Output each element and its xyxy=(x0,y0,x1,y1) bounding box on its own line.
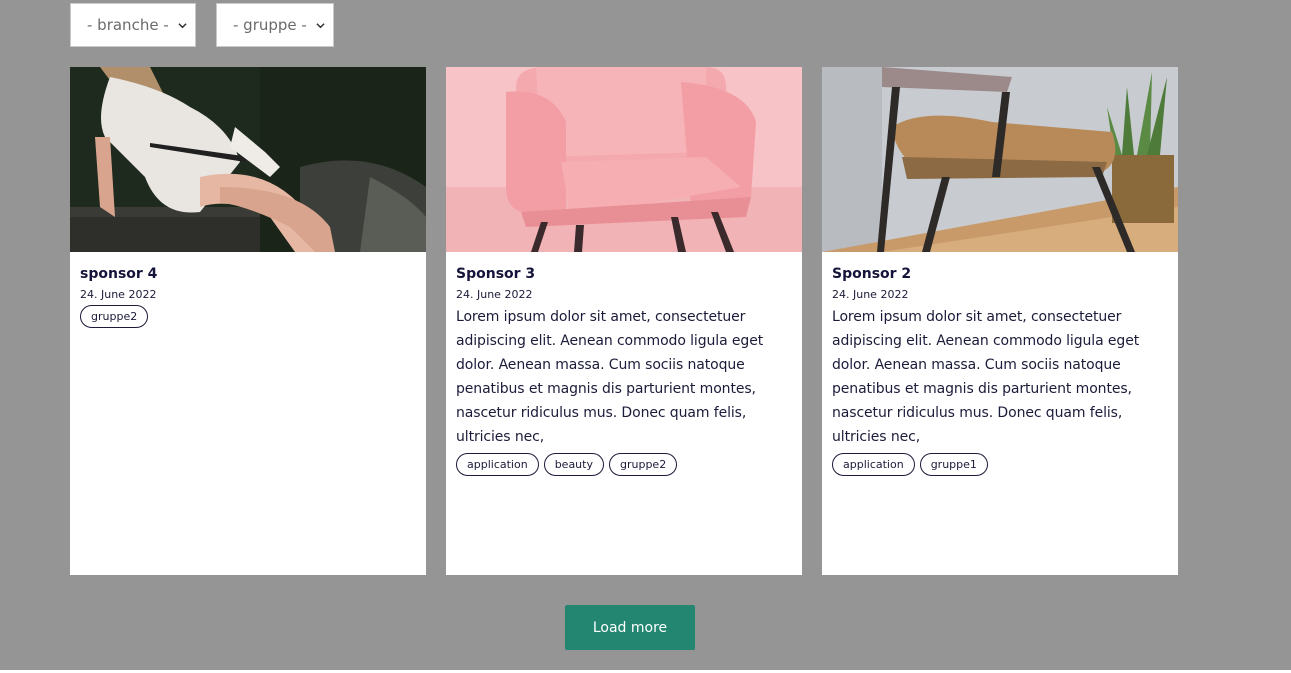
card-body: sponsor 4 24. June 2022 gruppe2 xyxy=(70,252,426,328)
card-excerpt: Lorem ipsum dolor sit amet, consectetuer… xyxy=(832,309,1140,445)
chevron-down-icon xyxy=(178,22,187,28)
tag[interactable]: beauty xyxy=(543,453,604,476)
card-title[interactable]: Sponsor 3 xyxy=(456,266,792,282)
card-body: Sponsor 3 24. June 2022 Lorem ipsum dolo… xyxy=(446,252,802,476)
card-date: 24. June 2022 xyxy=(456,288,533,301)
tag[interactable]: application xyxy=(456,453,539,476)
card-excerpt: Lorem ipsum dolor sit amet, consectetuer… xyxy=(456,309,764,445)
sponsor-card[interactable]: Sponsor 2 24. June 2022 Lorem ipsum dolo… xyxy=(822,67,1178,575)
card-image xyxy=(822,67,1178,252)
tag[interactable]: gruppe2 xyxy=(608,453,678,476)
tag-list: application gruppe1 xyxy=(832,453,1168,476)
tag[interactable]: gruppe2 xyxy=(80,305,149,328)
tag-list: gruppe2 xyxy=(80,305,416,328)
card-body: Sponsor 2 24. June 2022 Lorem ipsum dolo… xyxy=(822,252,1178,476)
gruppe-select-value: - gruppe - xyxy=(233,16,307,34)
card-image xyxy=(70,67,426,252)
chevron-down-icon xyxy=(316,22,325,28)
sponsor-card[interactable]: Sponsor 3 24. June 2022 Lorem ipsum dolo… xyxy=(446,67,802,575)
sponsor-card-grid: sponsor 4 24. June 2022 gruppe2 Sponsor … xyxy=(70,67,1178,575)
sponsor-card[interactable]: sponsor 4 24. June 2022 gruppe2 xyxy=(70,67,426,575)
card-title[interactable]: sponsor 4 xyxy=(80,266,416,282)
card-title[interactable]: Sponsor 2 xyxy=(832,266,1168,282)
card-image xyxy=(446,67,802,252)
branche-select-value: - branche - xyxy=(87,16,169,34)
tag[interactable]: application xyxy=(832,453,915,476)
load-more-button[interactable]: Load more xyxy=(565,605,695,650)
branche-select[interactable]: - branche - xyxy=(70,3,196,47)
card-date: 24. June 2022 xyxy=(80,288,157,301)
tag-list: application beauty gruppe2 xyxy=(456,453,792,476)
tag[interactable]: gruppe1 xyxy=(919,453,988,476)
gruppe-select[interactable]: - gruppe - xyxy=(216,3,334,47)
card-date: 24. June 2022 xyxy=(832,288,909,301)
filter-bar: - branche - - gruppe - xyxy=(70,3,334,47)
